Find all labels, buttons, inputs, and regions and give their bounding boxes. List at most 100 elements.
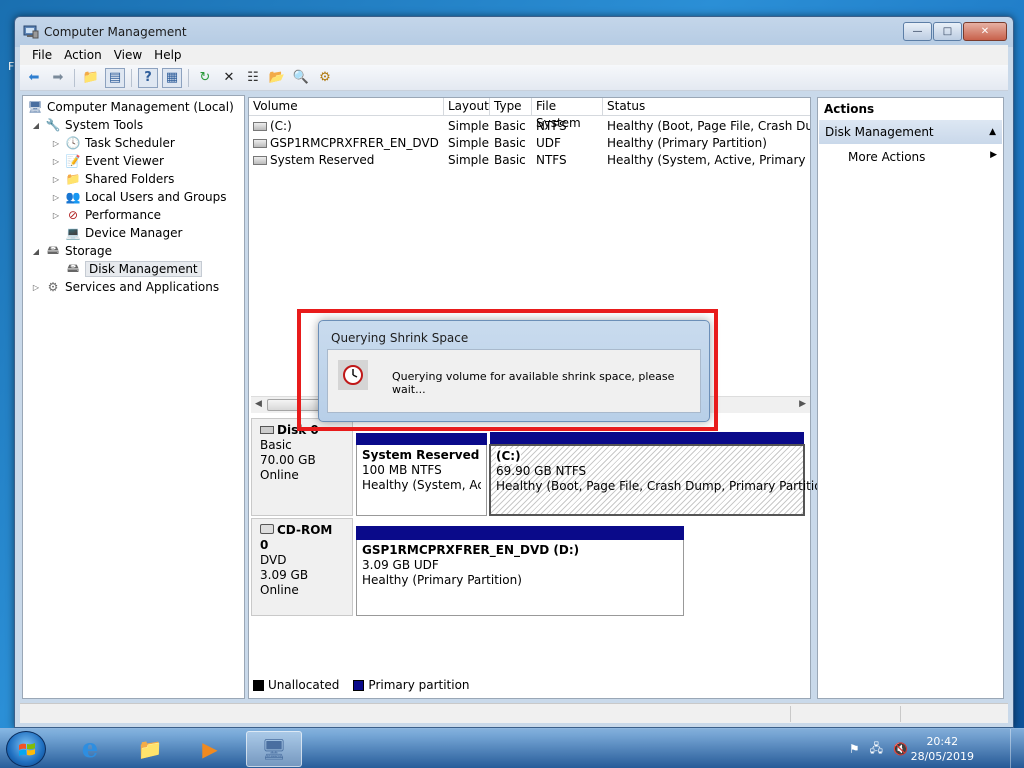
disk-0-label[interactable]: Disk 0 Basic 70.00 GB Online <box>251 418 353 516</box>
tree-shared-folders[interactable]: ▷ 📁 Shared Folders <box>51 170 174 188</box>
collapsed-triangle-icon[interactable]: ▷ <box>51 193 61 202</box>
partition-dvd[interactable]: GSP1RMCPRXFRER_EN_DVD (D:) 3.09 GB UDF H… <box>356 526 684 616</box>
actions-section-disk-management[interactable]: Disk Management ▲ <box>819 120 1002 144</box>
tree-device-manager[interactable]: 💻 Device Manager <box>65 224 183 242</box>
toolbar: ⬅ ➡ 📁 ▤ ? ▦ ↻ ✕ ☷ 📂 🔍 ⚙ <box>20 65 1008 91</box>
maximize-button[interactable]: □ <box>933 22 962 41</box>
forward-button[interactable]: ➡ <box>48 68 68 88</box>
taskbar: e 📁 ▶ 🖥 ⚑ 🖧 🔇 20:42 28/05/2019 <box>0 728 1024 768</box>
tree-performance[interactable]: ▷ ⊘ Performance <box>51 206 161 224</box>
column-status[interactable]: Status <box>603 98 812 116</box>
delete-button[interactable]: ✕ <box>219 68 239 88</box>
refresh-button[interactable]: ↻ <box>195 68 215 88</box>
volume-list-header: Volume Layout Type File System Status <box>249 98 812 130</box>
collapse-up-icon[interactable]: ▲ <box>989 120 996 144</box>
volume-row[interactable]: GSP1RMCPRXFRER_EN_DVD (D:) Simple Basic … <box>249 135 810 152</box>
properties-icon: ☷ <box>247 70 259 85</box>
status-divider <box>790 706 791 722</box>
menu-file[interactable]: File <box>26 48 58 62</box>
menu-action[interactable]: Action <box>58 48 108 62</box>
expanded-triangle-icon[interactable]: ◢ <box>31 121 41 130</box>
console-tree-icon: ▤ <box>108 70 122 85</box>
taskbar-file-explorer[interactable]: 📁 <box>122 731 178 767</box>
partition-system-reserved[interactable]: System Reserved 100 MB NTFS Healthy (Sys… <box>356 433 487 516</box>
column-type[interactable]: Type <box>490 98 532 116</box>
submenu-arrow-icon[interactable]: ▶ <box>990 150 997 160</box>
tree-system-tools[interactable]: ◢ 🔧 System Tools <box>31 116 143 134</box>
back-button[interactable]: ⬅ <box>24 68 44 88</box>
help-button[interactable]: ? <box>138 67 158 88</box>
column-layout[interactable]: Layout <box>444 98 490 116</box>
tree-local-users[interactable]: ▷ 👥 Local Users and Groups <box>51 188 227 206</box>
volume-muted-icon[interactable]: 🔇 <box>893 742 908 756</box>
disk-graphical-view: Disk 0 Basic 70.00 GB Online System Rese… <box>249 416 834 686</box>
volume-icon <box>253 122 267 131</box>
column-file-system[interactable]: File System <box>532 98 603 130</box>
search-button[interactable]: 🔍 <box>291 68 311 88</box>
primary-partition-bar <box>490 432 804 444</box>
querying-shrink-space-dialog: Querying Shrink Space Querying volume fo… <box>318 320 710 422</box>
performance-icon: ⊘ <box>67 208 79 222</box>
minimize-button[interactable]: — <box>903 22 932 41</box>
column-volume[interactable]: Volume <box>249 98 444 116</box>
menu-help[interactable]: Help <box>148 48 187 62</box>
unallocated-swatch <box>253 679 264 691</box>
collapsed-triangle-icon[interactable]: ▷ <box>51 175 61 184</box>
tree-services-applications[interactable]: ▷ ⚙ Services and Applications <box>31 278 219 296</box>
tree-task-scheduler[interactable]: ▷ 🕓 Task Scheduler <box>51 134 175 152</box>
event-viewer-icon: 📝 <box>65 154 81 168</box>
collapsed-triangle-icon[interactable]: ▷ <box>51 211 61 220</box>
collapsed-triangle-icon[interactable]: ▷ <box>51 139 61 148</box>
storage-icon: 🖴 <box>46 242 60 257</box>
clock[interactable]: 20:42 28/05/2019 <box>911 734 974 764</box>
start-button[interactable] <box>6 731 46 767</box>
cdrom-0-label[interactable]: CD-ROM 0 DVD 3.09 GB Online <box>251 518 353 616</box>
volume-row[interactable]: (C:) Simple Basic NTFS Healthy (Boot, Pa… <box>249 118 810 135</box>
action-center-flag-icon[interactable]: ⚑ <box>849 742 860 756</box>
internet-explorer-icon: e <box>81 734 99 764</box>
scroll-right-arrow-icon[interactable]: ▶ <box>799 399 806 409</box>
tree-event-viewer[interactable]: ▷ 📝 Event Viewer <box>51 152 164 170</box>
console-tree: 🖥 Computer Management (Local) ◢ 🔧 System… <box>22 95 245 699</box>
disk-icon <box>260 426 274 434</box>
properties-button[interactable]: ☷ <box>243 68 263 88</box>
show-desktop-button[interactable] <box>1010 729 1024 768</box>
delete-x-icon: ✕ <box>223 70 235 85</box>
volume-icon <box>253 156 267 165</box>
tree-disk-management[interactable]: 🖴 Disk Management <box>65 260 202 278</box>
status-divider <box>900 706 901 722</box>
taskbar-computer-management[interactable]: 🖥 <box>246 731 302 767</box>
expanded-triangle-icon[interactable]: ◢ <box>31 247 41 256</box>
services-icon: ⚙ <box>47 280 59 294</box>
show-hide-action-pane-button[interactable]: ▦ <box>162 67 182 88</box>
tree-computer-management[interactable]: 🖥 Computer Management (Local) <box>27 98 233 116</box>
shared-folder-icon: 📁 <box>65 172 81 186</box>
settings-button[interactable]: ⚙ <box>315 68 335 88</box>
primary-partition-bar <box>356 526 684 540</box>
wait-clock-icon <box>338 360 368 390</box>
collapsed-triangle-icon[interactable]: ▷ <box>51 157 61 166</box>
partition-c[interactable]: (C:) 69.90 GB NTFS Healthy (Boot, Page F… <box>489 432 834 516</box>
close-button[interactable]: ✕ <box>963 22 1007 41</box>
open-folder-icon: 📂 <box>268 70 286 85</box>
action-pane-icon: ▦ <box>165 70 179 85</box>
up-one-level-button[interactable]: 📁 <box>81 68 101 88</box>
show-hide-console-tree-button[interactable]: ▤ <box>105 67 125 88</box>
network-icon[interactable]: 🖧 <box>870 739 883 760</box>
title-bar[interactable]: Computer Management — □ ✕ <box>15 17 1013 47</box>
scroll-left-arrow-icon[interactable]: ◀ <box>255 399 262 409</box>
clock-icon: 🕓 <box>65 136 81 150</box>
taskbar-media-player[interactable]: ▶ <box>182 731 238 767</box>
computer-management-icon <box>23 25 39 39</box>
more-actions-link[interactable]: More Actions <box>848 150 925 164</box>
tree-storage[interactable]: ◢ 🖴 Storage <box>31 242 112 260</box>
volume-row[interactable]: System Reserved Simple Basic NTFS Health… <box>249 152 810 169</box>
collapsed-triangle-icon[interactable]: ▷ <box>31 283 41 292</box>
menu-view[interactable]: View <box>108 48 148 62</box>
users-icon: 👥 <box>65 190 81 204</box>
refresh-icon: ↻ <box>199 70 211 85</box>
open-button[interactable]: 📂 <box>267 68 287 88</box>
taskbar-internet-explorer[interactable]: e <box>62 731 118 767</box>
caption-buttons: — □ ✕ <box>903 22 1007 41</box>
dialog-body: Querying volume for available shrink spa… <box>327 349 701 413</box>
